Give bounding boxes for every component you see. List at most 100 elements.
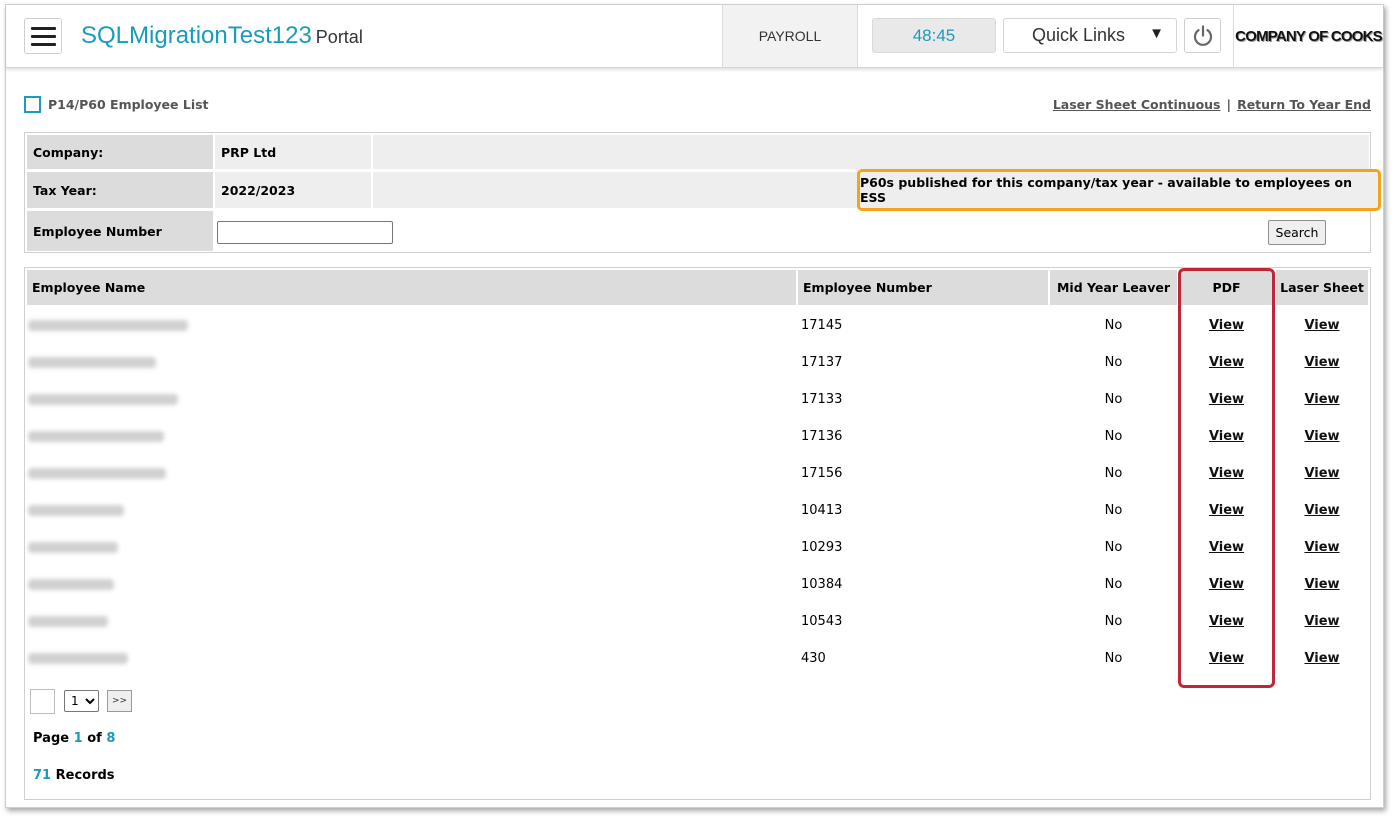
redacted-employee-name — [28, 468, 166, 479]
page-title: P14/P60 Employee List — [24, 95, 209, 113]
laser-sheet-view-link[interactable]: View — [1304, 355, 1339, 370]
redacted-employee-name — [28, 505, 124, 516]
redacted-employee-name — [28, 616, 108, 627]
employee-number-cell: 17136 — [801, 429, 843, 444]
pdf-cell: View — [1179, 344, 1274, 381]
laser-sheet-view-link[interactable]: View — [1304, 614, 1339, 629]
pdf-view-link[interactable]: View — [1209, 540, 1244, 555]
employee-table: Employee Name Employee Number Mid Year L… — [24, 267, 1371, 800]
laser-sheet-cell: View — [1276, 603, 1368, 640]
portal-brand[interactable]: SQLMigrationTest123 Portal — [81, 22, 363, 50]
pdf-cell: View — [1179, 455, 1274, 492]
p60-published-notice: P60s published for this company/tax year… — [857, 169, 1381, 211]
pdf-view-link[interactable]: View — [1209, 503, 1244, 518]
col-employee-name[interactable]: Employee Name — [27, 270, 796, 305]
portal-name: SQLMigrationTest123 — [81, 22, 312, 49]
record-count: 71 — [33, 768, 52, 783]
laser-sheet-cell: View — [1276, 455, 1368, 492]
redacted-employee-name — [28, 579, 114, 590]
mid-year-leaver-cell: No — [1104, 577, 1123, 592]
laser-sheet-view-link[interactable]: View — [1304, 392, 1339, 407]
tax-year-label: Tax Year: — [27, 172, 213, 208]
laser-sheet-view-link[interactable]: View — [1304, 466, 1339, 481]
laser-sheet-cell: View — [1276, 566, 1368, 603]
redacted-employee-name — [28, 394, 178, 405]
laser-sheet-view-link[interactable]: View — [1304, 429, 1339, 444]
quick-links-dropdown[interactable]: Quick Links ▼ — [1003, 18, 1177, 53]
employee-name-cell — [25, 381, 794, 418]
pdf-cell: View — [1179, 418, 1274, 455]
employee-name-cell — [25, 307, 794, 344]
company-logo: COMPANY OF COOKS — [1233, 5, 1383, 67]
table-row: 17133 No View View — [25, 381, 1370, 418]
power-icon[interactable] — [1184, 18, 1221, 53]
employee-number-input[interactable] — [217, 221, 393, 244]
pdf-cell: View — [1179, 603, 1274, 640]
employee-number-cell: 10413 — [801, 503, 843, 518]
payroll-tab[interactable]: PAYROLL — [722, 5, 858, 67]
mid-year-leaver-cell: No — [1104, 614, 1123, 629]
pdf-view-link[interactable]: View — [1209, 651, 1244, 666]
col-pdf[interactable]: PDF — [1179, 270, 1274, 305]
records-info: 71 Records — [33, 768, 115, 783]
laser-sheet-view-link[interactable]: View — [1304, 577, 1339, 592]
col-mid-year-leaver[interactable]: Mid Year Leaver — [1050, 270, 1177, 305]
laser-sheet-view-link[interactable]: View — [1304, 318, 1339, 333]
laser-sheet-cell: View — [1276, 640, 1368, 677]
link-separator: | — [1226, 97, 1232, 112]
redacted-employee-name — [28, 542, 118, 553]
pdf-view-link[interactable]: View — [1209, 392, 1244, 407]
employee-number-cell: 10293 — [801, 540, 843, 555]
pdf-cell: View — [1179, 307, 1274, 344]
return-to-year-end-link[interactable]: Return To Year End — [1237, 97, 1371, 112]
col-employee-number[interactable]: Employee Number — [798, 270, 1048, 305]
app-window: SQLMigrationTest123 Portal PAYROLL 48:45 … — [5, 4, 1384, 808]
employee-name-cell — [25, 455, 794, 492]
search-button[interactable]: Search — [1268, 220, 1326, 245]
pdf-view-link[interactable]: View — [1209, 355, 1244, 370]
laser-sheet-continuous-link[interactable]: Laser Sheet Continuous — [1053, 97, 1221, 112]
pdf-view-link[interactable]: View — [1209, 429, 1244, 444]
laser-sheet-cell: View — [1276, 418, 1368, 455]
table-row: 10293 No View View — [25, 529, 1370, 566]
laser-sheet-cell: View — [1276, 529, 1368, 566]
caret-down-icon: ▼ — [1149, 25, 1164, 42]
pdf-view-link[interactable]: View — [1209, 577, 1244, 592]
filter-panel: Company: PRP Ltd Tax Year: 2022/2023 P60… — [24, 132, 1381, 253]
of-word: of — [87, 731, 102, 746]
employee-name-cell — [25, 603, 794, 640]
col-laser-sheet[interactable]: Laser Sheet — [1276, 270, 1368, 305]
company-label: Company: — [27, 135, 213, 169]
employee-name-cell — [25, 344, 794, 381]
employee-name-cell — [25, 566, 794, 603]
employee-name-cell — [25, 492, 794, 529]
table-row: 10413 No View View — [25, 492, 1370, 529]
page-select[interactable]: 1 — [64, 690, 99, 712]
next-page-button[interactable]: >> — [107, 690, 132, 712]
redacted-employee-name — [28, 653, 128, 664]
employee-number-cell: 17156 — [801, 466, 843, 481]
quick-links-label: Quick Links — [1032, 25, 1126, 45]
first-page-button[interactable] — [30, 688, 55, 714]
page-title-text: P14/P60 Employee List — [48, 96, 209, 112]
employee-name-cell — [25, 418, 794, 455]
employee-name-cell — [25, 529, 794, 566]
employee-number-cell: 17137 — [801, 355, 843, 370]
pagination-controls: 1 >> — [30, 688, 132, 714]
company-value: PRP Ltd — [215, 135, 371, 169]
laser-sheet-view-link[interactable]: View — [1304, 540, 1339, 555]
portal-suffix: Portal — [315, 27, 363, 47]
pdf-view-link[interactable]: View — [1209, 466, 1244, 481]
employee-number-cell: 10543 — [801, 614, 843, 629]
pdf-view-link[interactable]: View — [1209, 614, 1244, 629]
laser-sheet-view-link[interactable]: View — [1304, 651, 1339, 666]
hamburger-menu-icon[interactable] — [24, 18, 62, 54]
laser-sheet-view-link[interactable]: View — [1304, 503, 1339, 518]
pdf-cell: View — [1179, 492, 1274, 529]
tax-year-value: 2022/2023 — [215, 172, 371, 208]
employee-name-cell — [25, 640, 794, 677]
pdf-view-link[interactable]: View — [1209, 318, 1244, 333]
mid-year-leaver-cell: No — [1104, 355, 1123, 370]
records-word: Records — [55, 768, 115, 783]
table-row: 10543 No View View — [25, 603, 1370, 640]
